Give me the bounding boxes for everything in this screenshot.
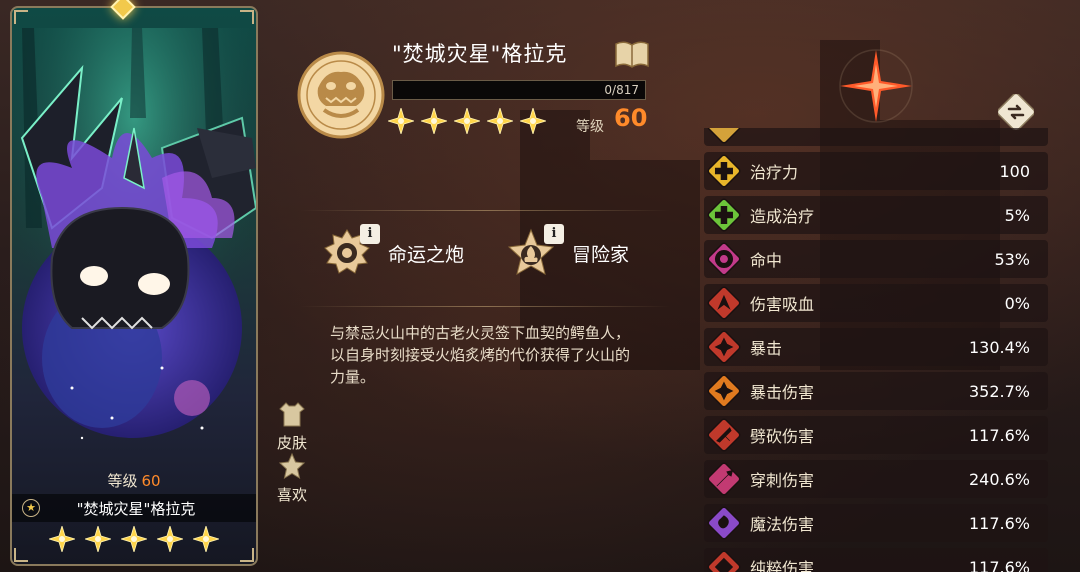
stat-value: 240.6%: [968, 469, 1030, 489]
partial-icon: [707, 128, 741, 144]
swap-arrows-icon[interactable]: [998, 94, 1034, 130]
stat-name: 伤害吸血: [750, 295, 815, 314]
hero-title: "焚城灾星"格拉克: [392, 42, 568, 66]
skin-label: 皮肤: [276, 434, 307, 452]
stat-value: 5%: [1004, 205, 1030, 225]
divider: [300, 210, 670, 211]
stat-row: 造成治疗 5%: [704, 196, 1048, 234]
sun-cog-icon: i: [322, 224, 380, 278]
hero-name: "焚城灾星"格拉克: [76, 499, 196, 518]
crit-damage-icon: [707, 374, 741, 408]
trait-fate-cannon[interactable]: i 命运之炮: [322, 224, 465, 278]
faction-emblem-icon: [297, 51, 385, 139]
stat-name: 治疗力: [750, 163, 799, 182]
like-button[interactable]: 喜欢: [272, 452, 312, 505]
xp-text: 0/817: [604, 83, 639, 97]
star-icon: [419, 106, 449, 136]
stat-name: 命中: [750, 251, 783, 270]
target-icon: [707, 242, 741, 276]
card-star-rating: [12, 524, 256, 554]
stat-name: 劈砍伤害: [750, 427, 815, 446]
trait-info-button[interactable]: i: [360, 224, 380, 244]
card-level-value: 60: [141, 472, 161, 490]
trait-info-button[interactable]: i: [544, 224, 564, 244]
favorite-star-icon[interactable]: ★: [22, 499, 40, 517]
trait-name: 命运之炮: [388, 243, 465, 266]
slash-icon: [707, 418, 741, 452]
hero-description: 与禁忌火山中的古老火灵签下血契的鳄鱼人，以自身时刻接受火焰炙烤的代价获得了火山的…: [330, 324, 631, 386]
trait-name: 冒险家: [572, 243, 630, 266]
level-label: 等级: [576, 119, 604, 135]
stat-value: 117.6%: [968, 513, 1030, 533]
pierce-icon: [707, 462, 741, 496]
stat-value: 53%: [994, 249, 1030, 269]
card-corner: [240, 10, 254, 24]
star-icon: [386, 106, 416, 136]
hero-name-bar: ★ "焚城灾星"格拉克: [12, 494, 256, 522]
hero-portrait: [12, 28, 256, 468]
skin-icon: [279, 402, 305, 427]
trait-adventurer[interactable]: i 冒险家: [506, 224, 630, 278]
star-icon: [155, 524, 185, 554]
compass-star-icon: [839, 49, 913, 123]
like-star-icon: [278, 452, 306, 480]
stat-name: 魔法伤害: [750, 515, 815, 534]
star-icon: [191, 524, 221, 554]
star-icon: [518, 106, 548, 136]
book-icon[interactable]: [614, 38, 650, 70]
stat-row: 暴击 130.4%: [704, 328, 1048, 366]
star-icon: [119, 524, 149, 554]
stat-row: 伤害吸血 0%: [704, 284, 1048, 322]
stat-row: 魔法伤害 117.6%: [704, 504, 1048, 542]
stat-name: 暴击: [750, 339, 783, 358]
pure-icon: [707, 550, 741, 572]
magic-icon: [707, 506, 741, 540]
header-star-rating: [386, 106, 548, 136]
stat-name: 造成治疗: [750, 207, 815, 226]
lifesteal-icon: [707, 286, 741, 320]
stat-row: 治疗力 100: [704, 152, 1048, 190]
flame-star-icon: i: [506, 224, 564, 278]
stat-name: 暴击伤害: [750, 383, 815, 402]
star-icon: [452, 106, 482, 136]
stat-value: 0%: [1004, 293, 1030, 313]
stat-row: 纯粹伤害 117.6%: [704, 548, 1048, 572]
star-icon: [83, 524, 113, 554]
heal-cross-icon: [707, 154, 741, 188]
like-label: 喜欢: [276, 486, 307, 504]
stats-list[interactable]: 治疗力 100 造成治疗 5% 命中 53% 伤害吸血 0% 暴击 130.4% 暴击伤害 352.7…: [704, 128, 1048, 572]
level-value: 60: [614, 104, 648, 132]
stat-value: 117.6%: [968, 557, 1030, 572]
hero-card[interactable]: 等级 60 ★ "焚城灾星"格拉克: [10, 6, 258, 566]
stat-row: 劈砍伤害 117.6%: [704, 416, 1048, 454]
skin-button[interactable]: 皮肤: [272, 400, 312, 453]
heal-plus-icon: [707, 198, 741, 232]
stat-row: 命中 53%: [704, 240, 1048, 278]
stat-name: 穿刺伤害: [750, 471, 815, 490]
stat-value: 117.6%: [968, 425, 1030, 445]
card-level-label: 等级: [107, 472, 138, 490]
stat-row: [704, 128, 1048, 146]
xp-progress-bar: 0/817: [392, 80, 646, 100]
card-corner: [14, 10, 28, 24]
stat-value: 130.4%: [968, 337, 1030, 357]
crit-icon: [707, 330, 741, 364]
stat-value: 352.7%: [968, 381, 1030, 401]
stat-value: 100: [999, 161, 1030, 181]
star-icon: [47, 524, 77, 554]
star-icon: [485, 106, 515, 136]
stat-row: 暴击伤害 352.7%: [704, 372, 1048, 410]
stat-name: 纯粹伤害: [750, 559, 815, 572]
divider: [300, 306, 670, 307]
card-level: 等级 60: [12, 470, 256, 491]
stat-row: 穿刺伤害 240.6%: [704, 460, 1048, 498]
